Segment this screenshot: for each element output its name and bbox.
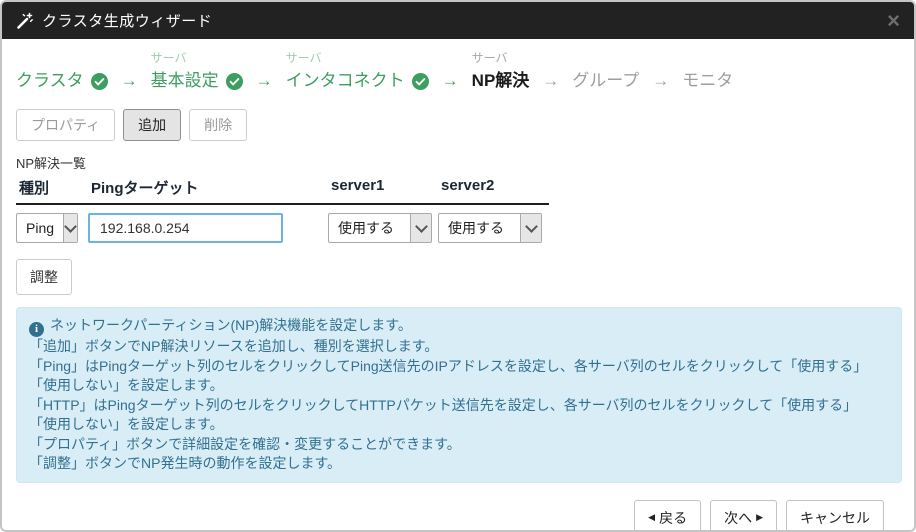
next-arrow-icon: ▶ [756,513,763,522]
adjust-button[interactable]: 調整 [16,259,72,295]
close-icon[interactable]: × [887,10,900,32]
chevron-down-icon [520,214,541,242]
step-label: インタコネクト [286,68,405,94]
step-arrow-icon: → [442,68,459,94]
info-icon: i [29,322,44,337]
back-arrow-icon: ◀ [648,513,655,522]
server1-use-select[interactable]: 使用する [328,213,432,243]
col-header-type: 種別 [16,177,88,198]
step-arrow-icon: → [652,68,669,94]
wizard-steps: クラスタ → サーバ 基本設定 → サーバ インタコネクト [2,39,914,94]
check-circle-icon [91,73,108,90]
step-label: モニタ [682,68,733,94]
col-header-server1: server1 [328,177,438,198]
next-button[interactable]: 次へ▶ [710,500,777,532]
step-arrow-icon: → [542,68,559,94]
dialog-title: クラスタ生成ウィザード [42,10,212,31]
cluster-wizard-dialog: クラスタ生成ウィザード × クラスタ → サーバ 基本設定 → サーバ [0,0,916,532]
check-circle-icon [412,73,429,90]
wand-icon [16,12,34,30]
col-header-server2: server2 [438,177,549,198]
col-header-ping-target: Pingターゲット [88,177,328,198]
info-line: 「使用しない」を設定します。 [29,376,889,396]
step-monitor: モニタ [682,49,733,94]
toolbar: プロパティ 追加 削除 [16,109,900,141]
info-line: 「調整」ボタンでNP発生時の動作を設定します。 [29,454,889,474]
footer-buttons: ◀戻る 次へ▶ キャンセル [2,500,884,532]
np-resolution-table: 種別 Pingターゲット server1 server2 Ping 使用する [16,177,549,243]
info-line: 「Ping」はPingターゲット列のセルをクリックしてPing送信先のIPアドレ… [29,357,889,377]
step-np-resolution: サーバ NP解決 [472,49,530,94]
properties-button[interactable]: プロパティ [16,109,115,141]
step-arrow-icon: → [121,68,138,94]
step-label: グループ [572,68,639,94]
check-circle-icon [226,73,243,90]
delete-button[interactable]: 削除 [189,109,247,141]
info-line: 「HTTP」はPingターゲット列のセルをクリックしてHTTPパケット送信先を設… [29,396,889,416]
type-select[interactable]: Ping [16,213,78,243]
info-line: iネットワークパーティション(NP)解決機能を設定します。 [29,316,889,337]
step-label: クラスタ [16,68,84,94]
step-interconnect: サーバ インタコネクト [286,49,429,94]
step-arrow-icon: → [256,68,273,94]
ping-target-input[interactable] [88,213,283,243]
info-box: iネットワークパーティション(NP)解決機能を設定します。 「追加」ボタンでNP… [16,307,902,483]
table-header-row: 種別 Pingターゲット server1 server2 [16,177,549,205]
back-button[interactable]: ◀戻る [634,500,701,532]
table-row: Ping 使用する 使用する [16,213,549,243]
step-label: 基本設定 [151,68,219,94]
info-line: 「プロパティ」ボタンで詳細設定を確認・変更することができます。 [29,435,889,455]
step-group: グループ [572,49,639,94]
chevron-down-icon [63,214,77,242]
add-button[interactable]: 追加 [123,109,181,141]
info-line: 「追加」ボタンでNP解決リソースを追加し、種別を選択します。 [29,337,889,357]
step-label: NP解決 [472,68,530,94]
info-line: 「使用しない」を設定します。 [29,415,889,435]
step-cluster: クラスタ [16,49,108,94]
cancel-button[interactable]: キャンセル [786,500,884,532]
server2-use-select[interactable]: 使用する [438,213,542,243]
np-list-label: NP解決一覧 [16,153,900,172]
step-basic-settings: サーバ 基本設定 [151,49,243,94]
titlebar: クラスタ生成ウィザード × [2,2,914,39]
chevron-down-icon [410,214,431,242]
